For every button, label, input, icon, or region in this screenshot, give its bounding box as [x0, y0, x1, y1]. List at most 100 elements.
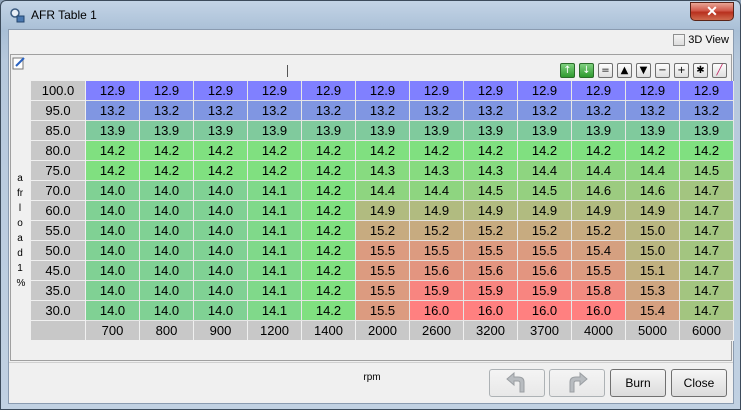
y-axis-value[interactable]: 45.0: [31, 261, 86, 281]
table-cell[interactable]: 14.2: [356, 141, 410, 161]
table-cell[interactable]: 14.7: [680, 301, 734, 321]
table-cell[interactable]: 15.0: [626, 241, 680, 261]
redo-button[interactable]: [549, 369, 605, 397]
table-cell[interactable]: 15.5: [356, 281, 410, 301]
x-axis-value[interactable]: 3200: [464, 321, 518, 341]
table-cell[interactable]: 13.2: [86, 101, 140, 121]
table-cell[interactable]: 16.0: [518, 301, 572, 321]
table-cell[interactable]: 13.9: [518, 121, 572, 141]
table-cell[interactable]: 14.3: [410, 161, 464, 181]
table-cell[interactable]: 13.2: [140, 101, 194, 121]
x-axis-value[interactable]: 6000: [680, 321, 734, 341]
table-cell[interactable]: 14.0: [194, 241, 248, 261]
shift-up-icon[interactable]: ▲: [617, 63, 632, 78]
decrement-green-icon[interactable]: ↓: [579, 63, 594, 78]
table-cell[interactable]: 14.1: [248, 241, 302, 261]
table-cell[interactable]: 14.9: [464, 201, 518, 221]
table-cell[interactable]: 14.3: [356, 161, 410, 181]
table-cell[interactable]: 15.4: [572, 241, 626, 261]
table-cell[interactable]: 14.0: [194, 281, 248, 301]
table-cell[interactable]: 15.5: [518, 241, 572, 261]
x-axis-value[interactable]: 3700: [518, 321, 572, 341]
table-cell[interactable]: 14.1: [248, 201, 302, 221]
table-cell[interactable]: 15.2: [410, 221, 464, 241]
x-axis-value[interactable]: 1400: [302, 321, 356, 341]
table-cell[interactable]: 14.4: [572, 161, 626, 181]
table-cell[interactable]: 15.5: [464, 241, 518, 261]
interpolate-pen-icon[interactable]: ╱: [712, 63, 727, 78]
title-bar[interactable]: AFR Table 1 ✕: [1, 1, 740, 29]
table-cell[interactable]: 13.2: [356, 101, 410, 121]
table-cell[interactable]: 14.0: [140, 261, 194, 281]
table-cell[interactable]: 14.2: [194, 161, 248, 181]
table-cell[interactable]: 13.9: [626, 121, 680, 141]
table-cell[interactable]: 15.6: [464, 261, 518, 281]
table-cell[interactable]: 14.2: [302, 221, 356, 241]
table-cell[interactable]: 15.9: [518, 281, 572, 301]
table-cell[interactable]: 14.0: [86, 261, 140, 281]
x-axis-value[interactable]: 4000: [572, 321, 626, 341]
table-cell[interactable]: 14.2: [680, 141, 734, 161]
table-cell[interactable]: 13.9: [410, 121, 464, 141]
table-cell[interactable]: 14.2: [248, 141, 302, 161]
table-cell[interactable]: 14.1: [248, 281, 302, 301]
table-cell[interactable]: 14.4: [356, 181, 410, 201]
y-axis-value[interactable]: 85.0: [31, 121, 86, 141]
table-cell[interactable]: 14.0: [194, 301, 248, 321]
table-cell[interactable]: 14.4: [626, 161, 680, 181]
close-button[interactable]: Close: [671, 369, 727, 397]
table-cell[interactable]: 14.7: [680, 261, 734, 281]
view-3d-toggle[interactable]: 3D View: [673, 34, 729, 46]
table-cell[interactable]: 14.2: [248, 161, 302, 181]
table-cell[interactable]: 14.2: [464, 141, 518, 161]
x-axis-value[interactable]: 700: [86, 321, 140, 341]
multiply-icon[interactable]: ✱: [693, 63, 708, 78]
table-cell[interactable]: 14.2: [572, 141, 626, 161]
y-axis-value[interactable]: 30.0: [31, 301, 86, 321]
plus-icon[interactable]: +: [674, 63, 689, 78]
table-cell[interactable]: 15.3: [626, 281, 680, 301]
table-cell[interactable]: 14.5: [464, 181, 518, 201]
table-cell[interactable]: 12.9: [248, 81, 302, 101]
table-cell[interactable]: 15.6: [518, 261, 572, 281]
table-cell[interactable]: 13.9: [86, 121, 140, 141]
table-cell[interactable]: 14.7: [680, 181, 734, 201]
table-cell[interactable]: 14.2: [194, 141, 248, 161]
y-axis-value[interactable]: 55.0: [31, 221, 86, 241]
table-cell[interactable]: 14.0: [194, 181, 248, 201]
table-cell[interactable]: 13.2: [572, 101, 626, 121]
table-cell[interactable]: 12.9: [356, 81, 410, 101]
x-axis-value[interactable]: 2000: [356, 321, 410, 341]
table-cell[interactable]: 14.3: [464, 161, 518, 181]
table-cell[interactable]: 13.9: [680, 121, 734, 141]
table-cell[interactable]: 14.2: [410, 141, 464, 161]
table-cell[interactable]: 14.2: [518, 141, 572, 161]
table-cell[interactable]: 14.7: [680, 221, 734, 241]
table-cell[interactable]: 14.2: [302, 241, 356, 261]
y-axis-value[interactable]: 80.0: [31, 141, 86, 161]
y-axis-value[interactable]: 100.0: [31, 81, 86, 101]
table-cell[interactable]: 14.9: [356, 201, 410, 221]
table-cell[interactable]: 14.0: [194, 221, 248, 241]
table-cell[interactable]: 14.2: [86, 141, 140, 161]
undo-button[interactable]: [489, 369, 545, 397]
x-axis-value[interactable]: 900: [194, 321, 248, 341]
table-cell[interactable]: 14.4: [410, 181, 464, 201]
table-cell[interactable]: 13.2: [194, 101, 248, 121]
table-cell[interactable]: 14.0: [86, 181, 140, 201]
x-axis-value[interactable]: 1200: [248, 321, 302, 341]
minus-icon[interactable]: −: [655, 63, 670, 78]
table-cell[interactable]: 15.5: [572, 261, 626, 281]
table-cell[interactable]: 14.0: [140, 241, 194, 261]
increment-green-icon[interactable]: ↑: [560, 63, 575, 78]
table-cell[interactable]: 12.9: [194, 81, 248, 101]
table-cell[interactable]: 14.0: [140, 281, 194, 301]
table-cell[interactable]: 14.0: [140, 301, 194, 321]
table-cell[interactable]: 14.0: [86, 281, 140, 301]
table-cell[interactable]: 14.2: [140, 141, 194, 161]
table-cell[interactable]: 16.0: [572, 301, 626, 321]
table-cell[interactable]: 14.0: [86, 201, 140, 221]
table-cell[interactable]: 15.1: [626, 261, 680, 281]
table-cell[interactable]: 15.2: [518, 221, 572, 241]
y-axis-value[interactable]: 95.0: [31, 101, 86, 121]
